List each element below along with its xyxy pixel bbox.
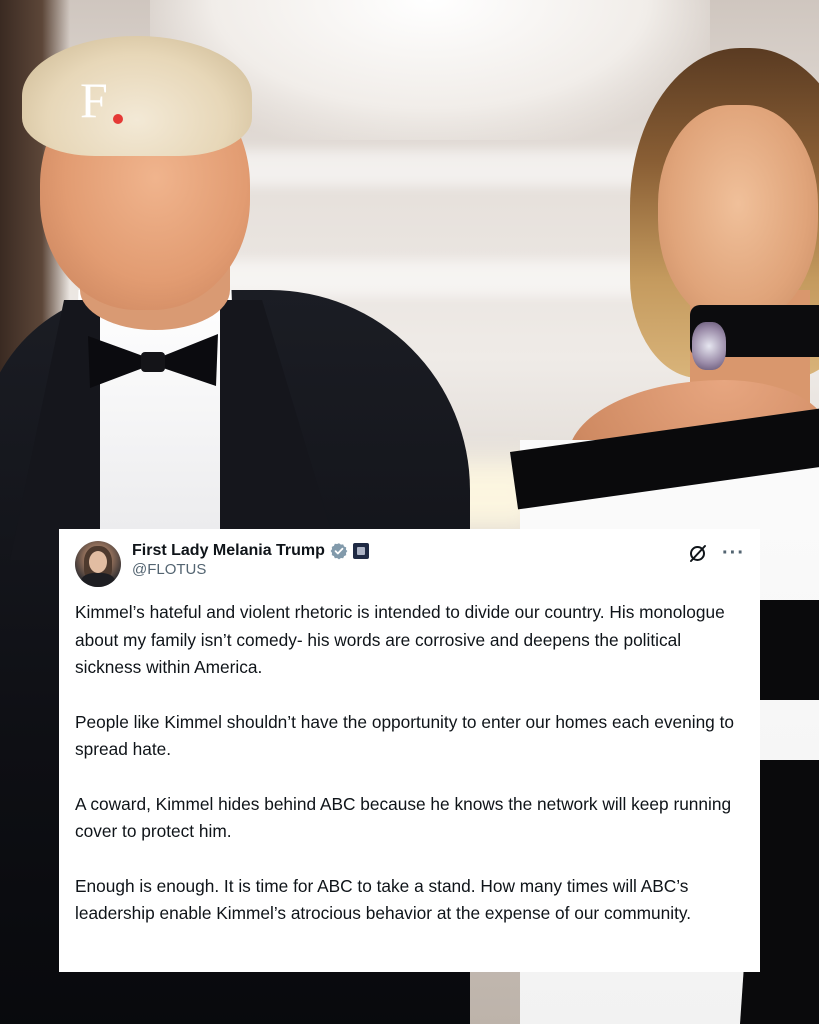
woman-face [658, 105, 818, 325]
logo-letter: F [80, 72, 108, 128]
handle[interactable]: @FLOTUS [132, 561, 206, 578]
government-badge-icon [352, 543, 369, 559]
man-hair [22, 36, 252, 156]
avatar-body [81, 573, 115, 587]
bowtie-icon [88, 334, 218, 388]
tweet-header: First Lady Melania Trump @FLOTUS ··· [75, 537, 745, 587]
tweet-paragraph: Kimmel’s hateful and violent rhetoric is… [75, 602, 725, 677]
avatar-face [89, 551, 107, 573]
grok-icon[interactable] [688, 543, 708, 563]
dress-band [750, 600, 819, 700]
name-row: First Lady Melania Trump [132, 539, 369, 563]
tweet-text: Kimmel’s hateful and violent rhetoric is… [75, 599, 747, 955]
tweet-paragraph: People like Kimmel shouldn’t have the op… [75, 711, 735, 760]
avatar[interactable] [75, 541, 121, 587]
more-options-icon[interactable]: ··· [722, 543, 745, 563]
publisher-logo: F [80, 74, 128, 130]
post-image: F First Lady Melania Trump @FLOTUS ··· K… [0, 0, 819, 1024]
verified-badge-icon [330, 543, 348, 560]
display-name[interactable]: First Lady Melania Trump [132, 542, 325, 560]
tweet-paragraph: Enough is enough. It is time for ABC to … [75, 875, 692, 924]
tweet-card[interactable]: First Lady Melania Trump @FLOTUS ··· Kim… [59, 529, 760, 972]
logo-dot [113, 114, 123, 124]
tweet-paragraph: A coward, Kimmel hides behind ABC becaus… [75, 793, 732, 842]
woman-brooch [692, 322, 726, 370]
tweet-actions: ··· [688, 543, 745, 563]
